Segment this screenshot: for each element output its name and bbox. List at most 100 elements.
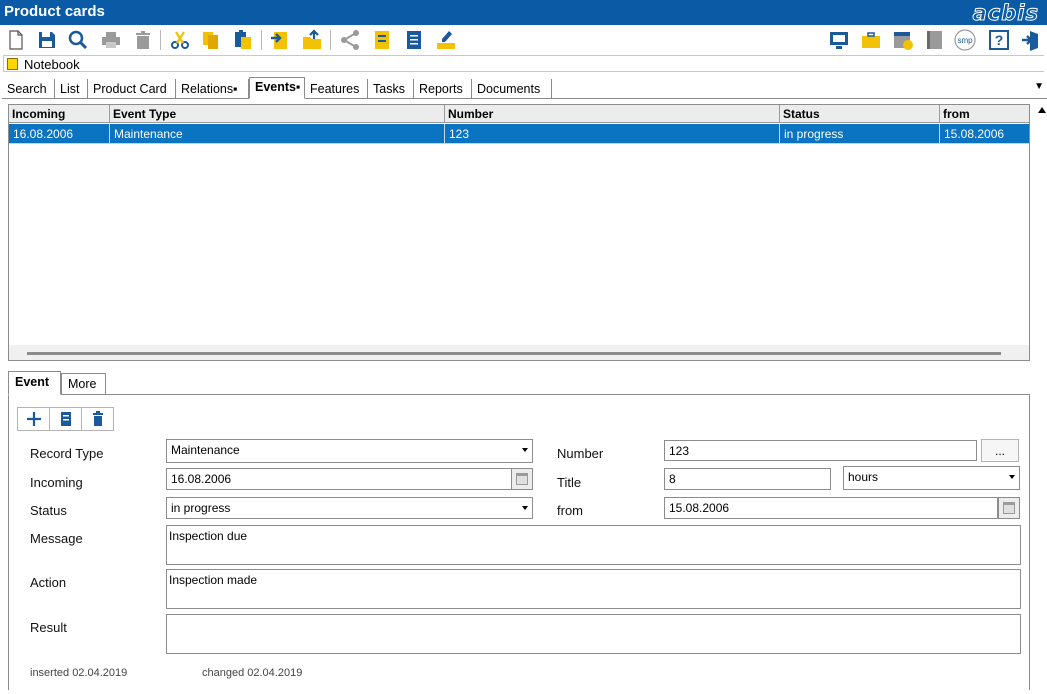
smp-icon[interactable]: smp — [953, 28, 977, 52]
help-icon-label: ? — [995, 32, 1004, 48]
toolbar-separator — [261, 30, 262, 50]
table-row[interactable]: 16.08.2006 Maintenance 123 in progress 1… — [9, 124, 1029, 143]
event-detail-panel: Record Type Maintenance Incoming 16.08.2… — [8, 394, 1030, 690]
action-label: Action — [30, 575, 67, 590]
search-icon[interactable] — [66, 28, 90, 52]
calendar-icon — [516, 473, 528, 485]
tab-events[interactable]: Events▪ — [249, 77, 305, 99]
status-select[interactable]: in progress — [166, 497, 533, 519]
toolbar-separator — [160, 30, 161, 50]
scrollbar-thumb[interactable] — [27, 352, 1001, 355]
column-header-event-type[interactable]: Event Type — [110, 105, 445, 123]
cell-from: 15.08.2006 — [944, 127, 1005, 141]
cell-status: in progress — [780, 124, 940, 143]
action-textarea[interactable]: Inspection made — [166, 569, 1021, 609]
acbis-logo: acbis — [972, 1, 1039, 26]
cell-incoming: 16.08.2006 — [9, 124, 110, 143]
book-icon[interactable] — [923, 28, 947, 52]
toolbar-separator — [330, 30, 331, 50]
tab-documents[interactable]: Documents — [472, 79, 552, 99]
status-value: in progress — [171, 501, 231, 515]
cut-icon[interactable] — [168, 28, 192, 52]
card-icon[interactable] — [370, 28, 394, 52]
inserted-date: inserted 02.04.2019 — [30, 667, 128, 679]
from-label: from — [557, 503, 583, 518]
table-header: Incoming Event Type Number Status from — [9, 105, 1029, 123]
plus-icon — [26, 412, 41, 426]
calendar-picker-button[interactable] — [998, 497, 1020, 519]
column-header-status[interactable]: Status — [780, 105, 940, 123]
chevron-down-icon[interactable] — [1003, 467, 1019, 487]
share-icon[interactable] — [338, 28, 362, 52]
horizontal-scrollbar[interactable] — [9, 345, 1029, 360]
result-textarea[interactable] — [166, 614, 1021, 654]
number-label: Number — [557, 446, 604, 461]
tab-more[interactable]: More — [61, 373, 106, 395]
exit-icon[interactable] — [1019, 28, 1043, 52]
title-label: Title — [557, 475, 582, 490]
tab-relations[interactable]: Relations▪ — [176, 79, 249, 99]
notebook-bar[interactable]: Notebook — [3, 55, 1044, 72]
paste-icon[interactable] — [231, 28, 255, 52]
briefcase-icon[interactable] — [859, 28, 883, 52]
tab-features[interactable]: Features — [305, 79, 368, 99]
delete-icon[interactable] — [131, 28, 155, 52]
from-date-field[interactable]: 15.08.2006 — [664, 497, 998, 519]
title-unit-value: hours — [848, 470, 879, 484]
smp-icon-label: smp — [957, 36, 973, 45]
record-type-label: Record Type — [30, 446, 104, 461]
column-header-incoming[interactable]: Incoming — [9, 105, 110, 123]
trash-icon — [92, 411, 103, 426]
record-actions — [17, 407, 114, 431]
tab-reports[interactable]: Reports — [414, 79, 472, 99]
save-icon — [60, 412, 71, 426]
scroll-up-arrow-icon[interactable] — [1038, 107, 1046, 113]
highlight-icon[interactable] — [434, 28, 458, 52]
help-icon[interactable]: ? — [987, 28, 1011, 52]
cell-event-type: Maintenance — [110, 124, 445, 143]
notebook-icon — [7, 58, 18, 70]
title-field[interactable]: 8 — [664, 468, 831, 490]
cell-number: 123 — [445, 124, 780, 143]
add-record-button[interactable] — [17, 407, 50, 431]
calendar-picker-button[interactable] — [511, 468, 533, 490]
result-label: Result — [30, 620, 67, 635]
column-header-from[interactable]: from — [940, 105, 1029, 123]
window-title: Product cards — [4, 3, 105, 20]
message-label: Message — [30, 531, 83, 546]
delete-record-button[interactable] — [81, 407, 114, 431]
calendar-check-icon[interactable] — [891, 28, 915, 52]
print-icon[interactable] — [99, 28, 123, 52]
tab-overflow-arrow-icon[interactable]: ▼ — [1034, 81, 1044, 92]
calendar-icon — [1003, 502, 1015, 514]
chevron-down-icon[interactable] — [516, 498, 532, 518]
column-header-number[interactable]: Number — [445, 105, 780, 123]
import-icon[interactable] — [300, 28, 324, 52]
events-table[interactable]: Incoming Event Type Number Status from 1… — [8, 104, 1030, 361]
main-tabs: Search List Product Card Relations▪ Even… — [2, 77, 1047, 99]
export-icon[interactable] — [268, 28, 292, 52]
tab-list[interactable]: List — [55, 79, 88, 99]
title-unit-select[interactable]: hours — [843, 466, 1020, 490]
status-label: Status — [30, 503, 67, 518]
list-document-icon[interactable] — [402, 28, 426, 52]
message-textarea[interactable]: Inspection due — [166, 525, 1021, 565]
number-field[interactable]: 123 — [664, 440, 977, 461]
copy-icon[interactable] — [199, 28, 223, 52]
monitor-icon[interactable] — [827, 28, 851, 52]
save-icon[interactable] — [35, 28, 59, 52]
tab-event[interactable]: Event — [8, 371, 61, 395]
save-record-button[interactable] — [49, 407, 82, 431]
title-bar: Product cards acbis — [0, 0, 1047, 26]
record-type-select[interactable]: Maintenance — [166, 439, 533, 463]
new-document-icon[interactable] — [4, 28, 28, 52]
number-lookup-button[interactable]: ... — [981, 439, 1019, 462]
incoming-date-field[interactable]: 16.08.2006 — [166, 468, 512, 490]
tab-product-card[interactable]: Product Card — [88, 79, 176, 99]
chevron-down-icon[interactable] — [516, 440, 532, 460]
notebook-label: Notebook — [24, 57, 80, 72]
tab-search[interactable]: Search — [2, 79, 55, 99]
changed-date: changed 02.04.2019 — [202, 667, 303, 679]
record-type-value: Maintenance — [171, 443, 240, 457]
tab-tasks[interactable]: Tasks — [368, 79, 414, 99]
